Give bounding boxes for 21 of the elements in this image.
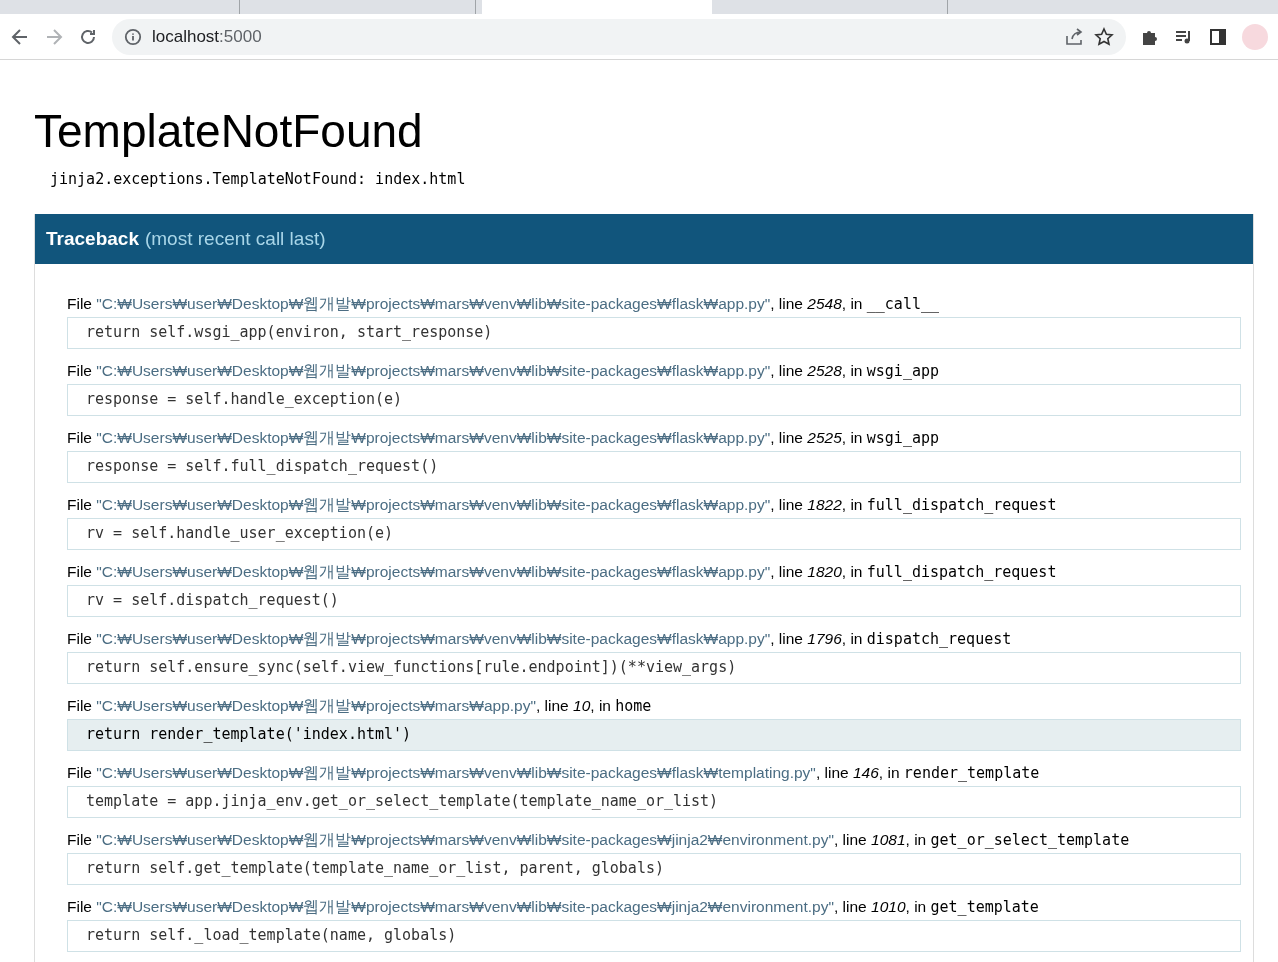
frame-location: File "C:₩Users₩user₩Desktop₩웹개발₩projects₩mars₩venv₩lib₩site-packages₩flask₩templating.py", line 146, in render_template — [67, 763, 1041, 784]
frame-location: File "C:₩Users₩user₩Desktop₩웹개발₩projects₩mars₩venv₩lib₩site-packages₩flask₩app.py", line 1820, in full_dispatch_request — [67, 562, 1058, 583]
traceback-title: Traceback — [46, 228, 139, 250]
frame-location: File "C:₩Users₩user₩Desktop₩웹개발₩projects₩mars₩venv₩lib₩site-packages₩flask₩app.py", line 1796, in dispatch_request — [67, 629, 1013, 650]
url-text: localhost:5000 — [152, 26, 262, 47]
info-icon[interactable] — [124, 27, 142, 46]
error-title: TemplateNotFound — [34, 104, 423, 158]
frame-location: File "C:₩Users₩user₩Desktop₩웹개발₩projects₩mars₩venv₩lib₩site-packages₩jinja2₩environment.py", line 1081, in get_or_select_template — [67, 830, 1131, 851]
address-bar[interactable]: localhost:5000 — [112, 18, 1126, 55]
error-message: jinja2.exceptions.TemplateNotFound: index.html — [50, 170, 466, 188]
frame-location: File "C:₩Users₩user₩Desktop₩웹개발₩projects₩mars₩venv₩lib₩site-packages₩flask₩app.py", line 1822, in full_dispatch_request — [67, 495, 1058, 516]
frame-location: File "C:₩Users₩user₩Desktop₩웹개발₩projects₩mars₩venv₩lib₩site-packages₩flask₩app.py", line 2548, in __call__ — [67, 294, 941, 315]
star-icon[interactable] — [1094, 26, 1114, 47]
frame-location: File "C:₩Users₩user₩Desktop₩웹개발₩projects₩mars₩venv₩lib₩site-packages₩flask₩app.py", line 2528, in wsgi_app — [67, 361, 941, 382]
back-icon[interactable] — [10, 26, 30, 47]
traceback-subtitle: (most recent call last) — [144, 228, 326, 250]
side-panel-icon[interactable] — [1208, 26, 1228, 47]
frame-location: File "C:₩Users₩user₩Desktop₩웹개발₩projects₩mars₩app.py", line 10, in home — [67, 696, 653, 717]
share-icon[interactable] — [1064, 26, 1084, 47]
frame-location: File "C:₩Users₩user₩Desktop₩웹개발₩projects₩mars₩venv₩lib₩site-packages₩jinja2₩environment.py", line 1010, in get_template — [67, 897, 1040, 918]
frame-location: File "C:₩Users₩user₩Desktop₩웹개발₩projects₩mars₩venv₩lib₩site-packages₩flask₩app.py", line 2525, in wsgi_app — [67, 428, 941, 449]
